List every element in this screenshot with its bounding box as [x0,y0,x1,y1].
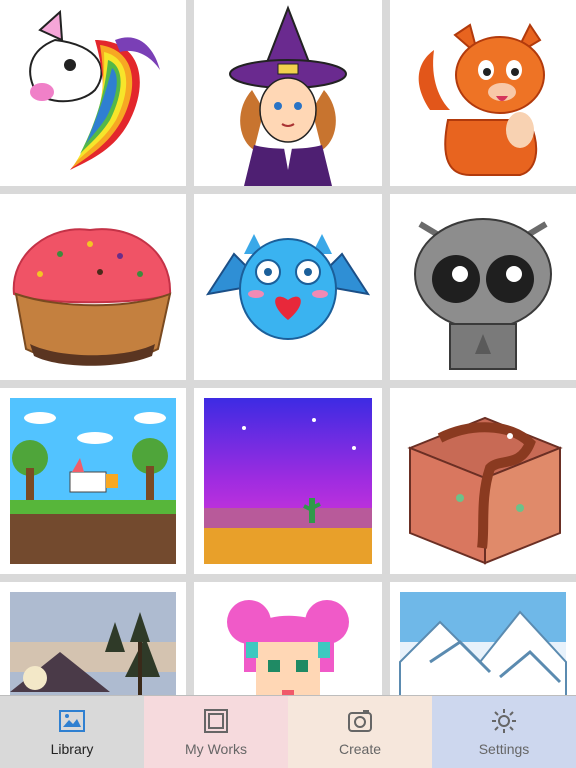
artwork-tile-bat[interactable] [194,194,382,380]
artwork-tile-snowy-mountains[interactable] [390,582,576,696]
bottom-tab-bar: Library My Works Create Settings [0,695,576,768]
artwork-tile-cupcake[interactable] [0,194,186,380]
artwork-grid [0,0,576,696]
forest-sunset-artwork [10,592,176,696]
unicorn-landscape-artwork [10,398,176,564]
tab-library-label: Library [50,741,94,757]
pink-hair-girl-artwork [227,600,349,696]
artwork-tile-desert-night[interactable] [194,388,382,574]
cake-slice-artwork [407,416,563,565]
camera-icon [348,710,372,732]
tab-settings[interactable]: Settings [432,696,576,768]
tab-create-label: Create [338,741,382,757]
tab-my-works[interactable]: My Works [144,696,288,768]
frame-icon [204,709,228,733]
artwork-tile-cake-slice[interactable] [390,388,576,574]
artwork-tile-alien[interactable] [390,194,576,380]
artwork-tile-unicorn-landscape[interactable] [0,388,186,574]
bat-artwork [205,234,371,340]
tab-create[interactable]: Create [288,696,432,768]
tab-my-works-label: My Works [185,741,247,757]
artwork-tile-witch[interactable] [194,0,382,186]
witch-artwork [229,5,347,186]
cat-artwork [418,23,545,176]
unicorn-artwork [29,9,160,170]
tab-library[interactable]: Library [0,696,144,768]
artwork-tile-forest-sunset[interactable] [0,582,186,696]
alien-artwork [414,218,552,370]
cupcake-artwork [12,228,172,366]
picture-icon [59,710,85,732]
artwork-tile-unicorn[interactable] [0,0,186,186]
snowy-mountains-artwork [399,592,567,696]
tab-settings-label: Settings [478,741,530,757]
desert-night-artwork [204,398,372,564]
gear-icon [492,709,516,733]
artwork-tile-pink-hair-girl[interactable] [194,582,382,696]
artwork-tile-cat[interactable] [390,0,576,186]
